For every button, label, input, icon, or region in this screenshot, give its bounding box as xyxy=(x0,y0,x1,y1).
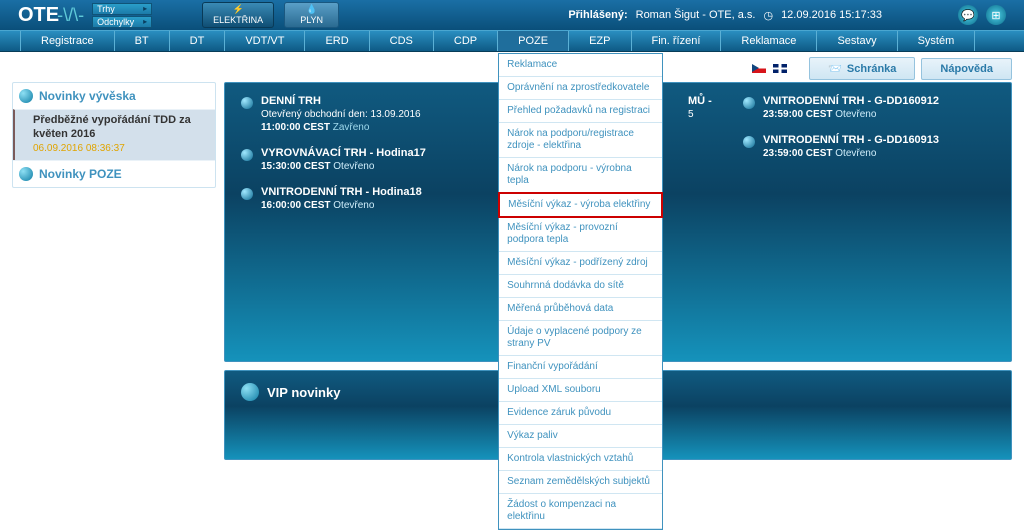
menu-registrace[interactable]: Registrace xyxy=(20,31,115,51)
dd-narok-el[interactable]: Nárok na podporu/registrace zdroje - ele… xyxy=(499,123,662,158)
menu-poze[interactable]: POZE Reklamace Oprávnění na zprostředkov… xyxy=(498,31,569,51)
topbar: OTE-\/\- Trhy Odchylky ⚡ELEKTŘINA 💧PLYN … xyxy=(0,0,1024,30)
novinky-vyveska-header[interactable]: Novinky vývěska xyxy=(13,83,215,109)
dd-opravneni[interactable]: Oprávnění na zprostředkovatele xyxy=(499,77,662,100)
dd-evidence-zaruk[interactable]: Evidence záruk původu xyxy=(499,402,662,425)
status-dot-icon xyxy=(241,188,253,200)
dd-zadost-kompenz[interactable]: Žádost o kompenzaci na elektřinu xyxy=(499,494,662,529)
menu-ezp[interactable]: EZP xyxy=(569,31,631,51)
news-row-selected[interactable]: Předběžné vypořádání TDD za květen 2016 … xyxy=(13,109,215,160)
card-title: DENNÍ TRH xyxy=(261,95,421,107)
dd-prehled[interactable]: Přehled požadavků na registraci xyxy=(499,100,662,123)
commodity-tabs: ⚡ELEKTŘINA 💧PLYN xyxy=(202,2,339,28)
menu-vdtvt[interactable]: VDT/VT xyxy=(225,31,305,51)
trhy-button[interactable]: Trhy xyxy=(92,3,152,15)
card-title: VYROVNÁVACÍ TRH - Hodina17 xyxy=(261,147,426,159)
logo: OTE-\/\- xyxy=(18,4,84,27)
datetime: 12.09.2016 15:17:33 xyxy=(781,9,882,21)
status-dot-icon xyxy=(743,136,755,148)
menu-reklamace[interactable]: Reklamace xyxy=(721,31,817,51)
news-row-title: Předběžné vypořádání TDD za květen 2016 xyxy=(33,114,205,142)
clock-icon: ◷ xyxy=(763,9,773,22)
dashboard-icon[interactable]: ⊞ xyxy=(986,5,1006,25)
dd-mesicni-vyroba-el[interactable]: Měsíční výkaz - výroba elektřiny xyxy=(498,192,663,218)
tab-plyn[interactable]: 💧PLYN xyxy=(284,2,339,28)
left-box: Novinky vývěska Předběžné vypořádání TDD… xyxy=(12,82,216,188)
card-subline: Otevřený obchodní den: 13.09.2016 xyxy=(261,109,421,120)
menu-dt[interactable]: DT xyxy=(170,31,226,51)
menu-cdp[interactable]: CDP xyxy=(434,31,498,51)
dd-mesicni-teplo[interactable]: Měsíční výkaz - provozní podpora tepla xyxy=(499,217,662,252)
menu-sestavy[interactable]: Sestavy xyxy=(817,31,897,51)
dd-souhrnna[interactable]: Souhrnná dodávka do sítě xyxy=(499,275,662,298)
dd-narok-teplo[interactable]: Nárok na podporu - výrobna tepla xyxy=(499,158,662,193)
card-partial-title: MŮ - xyxy=(688,95,712,107)
left-column: Novinky vývěska Předběžné vypořádání TDD… xyxy=(12,82,216,460)
card-vnitrodenni-18[interactable]: VNITRODENNÍ TRH - Hodina18 16:00:00 CEST… xyxy=(241,186,493,211)
user-name: Roman Šigut - OTE, a.s. xyxy=(636,9,756,21)
schranka-button[interactable]: 📨Schránka xyxy=(809,57,915,80)
dd-upload-xml[interactable]: Upload XML souboru xyxy=(499,379,662,402)
flag-en-icon[interactable] xyxy=(773,64,787,73)
dd-merena[interactable]: Měřená průběhová data xyxy=(499,298,662,321)
card-gdd160913[interactable]: VNITRODENNÍ TRH - G-DD160913 23:59:00 CE… xyxy=(743,134,995,159)
odchylky-button[interactable]: Odchylky xyxy=(92,16,152,28)
logo-text: OTE xyxy=(18,4,59,26)
bubble-icon xyxy=(19,167,33,181)
poze-dropdown: Reklamace Oprávnění na zprostředkovatele… xyxy=(498,53,663,530)
menu-bt[interactable]: BT xyxy=(115,31,170,51)
card-title: VNITRODENNÍ TRH - G-DD160912 xyxy=(763,95,939,107)
card-gdd160912[interactable]: VNITRODENNÍ TRH - G-DD160912 23:59:00 CE… xyxy=(743,95,995,120)
bubble-icon xyxy=(19,89,33,103)
main-menu: Registrace BT DT VDT/VT ERD CDS CDP POZE… xyxy=(0,30,1024,52)
logo-suffix: -\/\- xyxy=(57,5,84,25)
tab-elektrina[interactable]: ⚡ELEKTŘINA xyxy=(202,2,274,28)
bubble-icon xyxy=(241,383,259,401)
dd-mesicni-podriz[interactable]: Měsíční výkaz - podřízený zdroj xyxy=(499,252,662,275)
dd-udaje-pv[interactable]: Údaje o vyplacené podpory ze strany PV xyxy=(499,321,662,356)
dd-kontrola-vlast[interactable]: Kontrola vlastnických vztahů xyxy=(499,448,662,471)
login-area: Přihlášený: Roman Šigut - OTE, a.s. ◷ 12… xyxy=(568,5,1006,25)
card-denni-trh[interactable]: DENNÍ TRH Otevřený obchodní den: 13.09.2… xyxy=(241,95,493,133)
status-dot-icon xyxy=(241,97,253,109)
logged-in-label: Přihlášený: xyxy=(568,9,627,21)
top-small-btns: Trhy Odchylky xyxy=(92,3,152,28)
news-row-timestamp: 06.09.2016 08:36:37 xyxy=(33,143,125,154)
novinky-poze-header[interactable]: Novinky POZE xyxy=(13,160,215,187)
dd-vykaz-paliv[interactable]: Výkaz paliv xyxy=(499,425,662,448)
panel-col-3: VNITRODENNÍ TRH - G-DD160912 23:59:00 CE… xyxy=(743,95,995,211)
napoveda-button[interactable]: Nápověda xyxy=(921,58,1012,80)
menu-system[interactable]: Systém xyxy=(898,31,976,51)
dd-financni[interactable]: Finanční vypořádání xyxy=(499,356,662,379)
panel-col-1: DENNÍ TRH Otevřený obchodní den: 13.09.2… xyxy=(241,95,493,211)
menu-cds[interactable]: CDS xyxy=(370,31,434,51)
panel-col-2-edge: MŮ - 5 xyxy=(688,95,723,211)
flag-cz-icon[interactable] xyxy=(752,64,766,73)
chat-icon[interactable]: 💬 xyxy=(958,5,978,25)
dd-seznam-zemed[interactable]: Seznam zemědělských subjektů xyxy=(499,471,662,494)
card-title: VNITRODENNÍ TRH - G-DD160913 xyxy=(763,134,939,146)
card-title: VNITRODENNÍ TRH - Hodina18 xyxy=(261,186,422,198)
card-vyrovnavaci-17[interactable]: VYROVNÁVACÍ TRH - Hodina17 15:30:00 CEST… xyxy=(241,147,493,172)
card-partial: MŮ - 5 xyxy=(688,95,723,120)
dd-reklamace[interactable]: Reklamace xyxy=(499,54,662,77)
mailbox-icon: 📨 xyxy=(828,62,842,75)
status-dot-icon xyxy=(743,97,755,109)
menu-erd[interactable]: ERD xyxy=(305,31,369,51)
menu-fin[interactable]: Fin. řízení xyxy=(632,31,722,51)
status-dot-icon xyxy=(241,149,253,161)
card-partial-sub: 5 xyxy=(688,109,712,120)
